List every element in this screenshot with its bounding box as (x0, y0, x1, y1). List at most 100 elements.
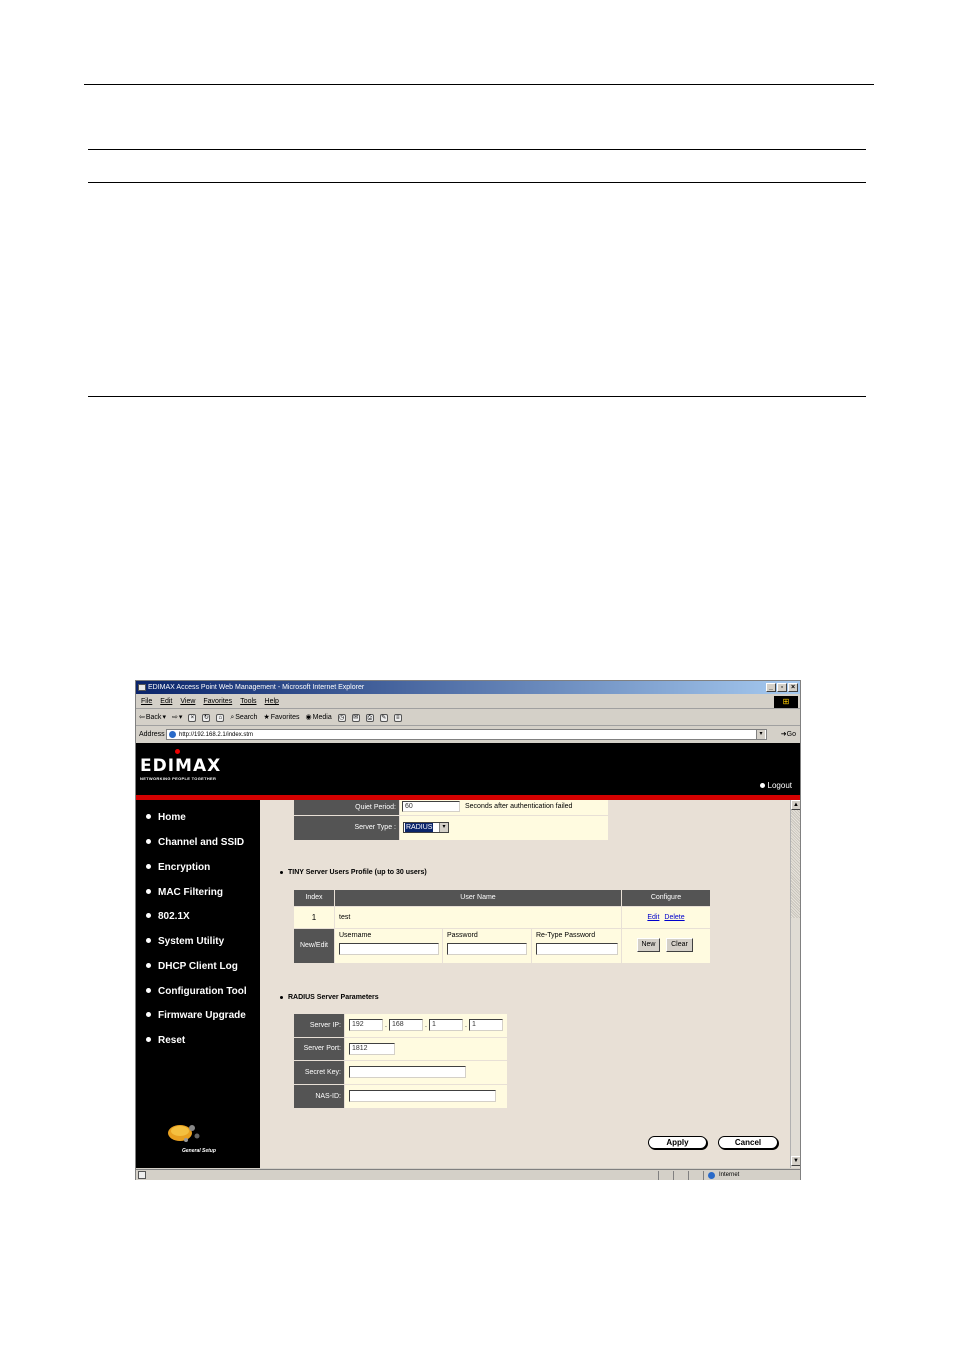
status-bar: Internet (136, 1169, 800, 1180)
address-label: Address (139, 731, 165, 738)
sidebar-item-system-utility[interactable]: System Utility (146, 936, 224, 947)
mail-icon[interactable]: ✉ (351, 713, 360, 722)
back-arrow-icon: ⇦ (139, 713, 145, 721)
ie-app-icon (138, 684, 146, 691)
menu-file[interactable]: File (141, 695, 152, 708)
quiet-period-input[interactable]: 60 (402, 801, 460, 812)
close-button[interactable]: × (788, 683, 798, 692)
media-button[interactable]: ◉ Media (306, 710, 332, 726)
server-ip-octet-3[interactable]: 1 (429, 1019, 463, 1031)
status-separator (658, 1171, 659, 1180)
page-viewport: EDIMAX NETWORKING PEOPLE TOGETHER Logout… (136, 743, 800, 1168)
bullet-icon (146, 1036, 151, 1042)
apply-button[interactable]: Apply (648, 1136, 707, 1149)
status-separator (703, 1171, 704, 1180)
new-button[interactable]: New (637, 938, 660, 952)
server-port-cell: 1812 (345, 1038, 507, 1060)
vertical-scrollbar[interactable]: ▲ ▼ (790, 800, 800, 1168)
scroll-down-icon[interactable]: ▼ (791, 1156, 800, 1166)
bullet-icon (759, 783, 765, 788)
browser-window: EDIMAX Access Point Web Management - Mic… (135, 680, 801, 1180)
bullet-icon (146, 863, 151, 869)
restore-button[interactable]: ▫ (777, 683, 787, 692)
server-type-select[interactable]: RADIUS ▾ (403, 822, 449, 833)
quiet-period-note: Seconds after authentication failed (465, 803, 573, 810)
menu-favorites[interactable]: Favorites (203, 695, 232, 708)
internet-zone-label: Internet (719, 1172, 740, 1178)
header-banner: EDIMAX NETWORKING PEOPLE TOGETHER Logout (136, 743, 800, 795)
history-icon[interactable]: ◷ (337, 713, 346, 722)
scroll-up-icon[interactable]: ▲ (791, 800, 800, 810)
home-icon[interactable]: ⌂ (216, 713, 225, 722)
sidebar-item-dhcp-client-log[interactable]: DHCP Client Log (146, 961, 238, 972)
edit-link[interactable]: Edit (647, 914, 659, 921)
ip-separator-dot: . (465, 1022, 467, 1029)
server-port-label: Server Port: (294, 1038, 344, 1060)
discuss-icon[interactable]: ≡ (393, 713, 402, 722)
sidebar-item-configuration-tool[interactable]: Configuration Tool (146, 986, 247, 997)
username-input[interactable] (339, 943, 439, 955)
scroll-thumb[interactable] (791, 810, 800, 918)
server-port-input[interactable]: 1812 (349, 1043, 395, 1055)
back-button[interactable]: ⇦ Back ▾ (139, 710, 166, 726)
table-row-index: 1 (294, 907, 334, 928)
menu-view[interactable]: View (180, 695, 195, 708)
bullet-icon (146, 987, 151, 993)
sidebar-item-channel-ssid[interactable]: Channel and SSID (146, 837, 244, 848)
ip-separator-dot: . (385, 1022, 387, 1029)
refresh-icon[interactable]: ↻ (202, 713, 211, 722)
delete-link[interactable]: Delete (664, 914, 684, 921)
bullet-icon (146, 838, 151, 844)
nas-id-input[interactable] (349, 1090, 496, 1102)
select-dropdown-icon: ▾ (439, 823, 448, 832)
secret-key-input[interactable] (349, 1066, 466, 1078)
secret-key-cell (345, 1061, 507, 1084)
favorites-icon: ★ (263, 713, 270, 721)
sidebar-item-encryption[interactable]: Encryption (146, 862, 210, 873)
cancel-button[interactable]: Cancel (718, 1136, 778, 1149)
server-ip-octet-1[interactable]: 192 (349, 1019, 383, 1031)
bullet-icon (146, 937, 151, 943)
username-cell: Username (335, 929, 442, 963)
clear-button[interactable]: Clear (666, 938, 693, 952)
sidebar-item-firmware-upgrade[interactable]: Firmware Upgrade (146, 1010, 246, 1021)
logo-dot-icon (175, 749, 180, 754)
sidebar-item-home[interactable]: Home (146, 812, 186, 823)
logout-link[interactable]: Logout (759, 781, 792, 790)
sidebar-item-mac-filtering[interactable]: MAC Filtering (146, 887, 223, 898)
stop-icon[interactable]: × (188, 713, 197, 722)
go-button[interactable]: ➜Go (781, 727, 796, 742)
forward-arrow-icon: ⇨ (171, 713, 178, 721)
server-ip-octet-4[interactable]: 1 (469, 1019, 503, 1031)
table-row-user-name: test (335, 907, 621, 928)
menu-edit[interactable]: Edit (160, 695, 172, 708)
favorites-button[interactable]: ★ Favorites (263, 710, 299, 726)
print-icon[interactable]: ⎙ (365, 713, 374, 722)
password-input[interactable] (447, 943, 527, 955)
bullet-icon (146, 813, 151, 819)
main-content: Quiet Period: 60 Seconds after authentic… (260, 800, 790, 1168)
rule-4 (88, 396, 866, 397)
retype-password-input[interactable] (536, 943, 618, 955)
address-dropdown-icon[interactable]: ▾ (756, 730, 765, 739)
bullet-icon (146, 912, 151, 918)
status-separator (688, 1171, 689, 1180)
search-button[interactable]: ⌕ Search (230, 710, 257, 726)
secret-key-label: Secret Key: (294, 1061, 344, 1084)
menu-help[interactable]: Help (265, 695, 279, 708)
server-ip-octet-2[interactable]: 168 (389, 1019, 423, 1031)
quiet-period-label: Quiet Period: (294, 800, 399, 815)
forward-button[interactable]: ⇨ ▾ (172, 710, 182, 726)
menu-tools[interactable]: Tools (240, 695, 256, 708)
bullet-icon (146, 1011, 151, 1017)
new-edit-label: New/Edit (294, 929, 334, 963)
window-title: EDIMAX Access Point Web Management - Mic… (148, 684, 365, 691)
header-index: Index (294, 890, 334, 906)
nas-id-label: NAS-ID: (294, 1085, 344, 1108)
sidebar-item-8021x[interactable]: 802.1X (146, 911, 190, 922)
search-icon: ⌕ (230, 713, 235, 721)
sidebar-item-reset[interactable]: Reset (146, 1035, 185, 1046)
minimize-button[interactable]: _ (766, 683, 776, 692)
address-input[interactable]: http://192.168.2.1/index.stm ▾ (166, 729, 767, 740)
edit-page-icon[interactable]: ✎ (379, 713, 388, 722)
